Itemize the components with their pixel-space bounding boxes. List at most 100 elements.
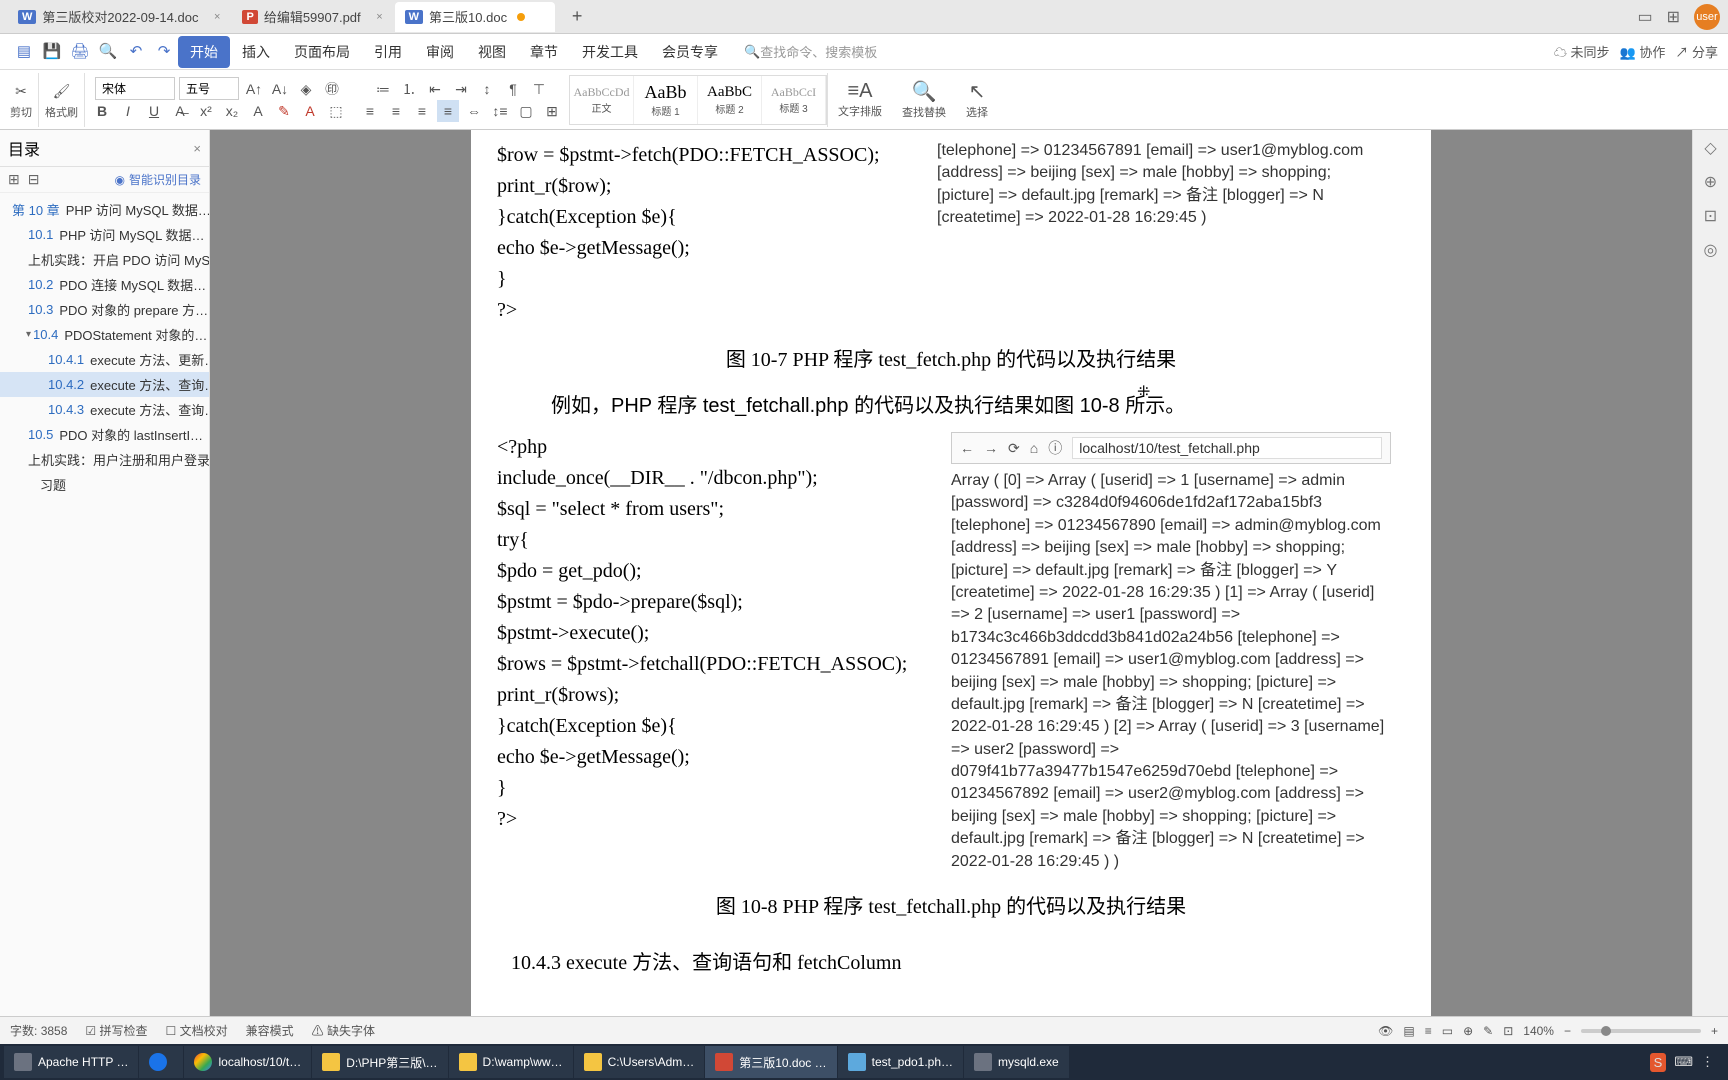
italic-icon[interactable]: I: [117, 100, 139, 122]
zoom-slider[interactable]: [1581, 1029, 1701, 1033]
url-field[interactable]: localhost/10/test_fetchall.php: [1072, 437, 1382, 459]
format-brush-icon[interactable]: 🖌: [51, 80, 73, 102]
taskbar-item[interactable]: 第三版10.doc …: [705, 1046, 836, 1078]
rail-icon[interactable]: ⊕: [1704, 172, 1717, 192]
numbering-icon[interactable]: ⒈: [398, 78, 420, 100]
outline-item[interactable]: ▾10.4PDOStatement 对象的…: [0, 322, 209, 347]
view-page-icon[interactable]: ▤: [1403, 1024, 1414, 1038]
zoom-in-icon[interactable]: +: [1711, 1024, 1718, 1038]
menu-references[interactable]: 引用: [362, 36, 414, 68]
indent-inc-icon[interactable]: ⇥: [450, 78, 472, 100]
shrink-font-icon[interactable]: A↓: [269, 78, 291, 100]
outline-item[interactable]: 10.4.2execute 方法、查询…: [0, 372, 209, 397]
outline-list[interactable]: 第 10 章PHP 访问 MySQL 数据…10.1PHP 访问 MySQL 数…: [0, 193, 209, 1016]
taskbar-item[interactable]: D:\PHP第三版\…: [312, 1046, 447, 1078]
sync-status[interactable]: ☁ 未同步: [1554, 42, 1610, 61]
spellcheck-toggle[interactable]: ☑ 拼写检查: [85, 1022, 147, 1039]
tab-doc-active[interactable]: 第三版10.doc: [395, 2, 555, 32]
superscript-icon[interactable]: x²: [195, 100, 217, 122]
save-icon[interactable]: 💾: [42, 42, 62, 62]
outline-item[interactable]: 10.3PDO 对象的 prepare 方…: [0, 297, 209, 322]
reload-icon[interactable]: ⟳: [1008, 440, 1020, 457]
view-edit-icon[interactable]: ✎: [1483, 1024, 1493, 1038]
word-count[interactable]: 字数: 3858: [10, 1022, 67, 1039]
distribute-icon[interactable]: ⇔: [463, 100, 485, 122]
taskbar-item[interactable]: Apache HTTP …: [4, 1046, 138, 1078]
style-normal[interactable]: AaBbCcDd正文: [570, 76, 634, 124]
strike-icon[interactable]: A̶: [169, 100, 191, 122]
grid-icon[interactable]: ⊞: [1667, 7, 1680, 27]
taskbar-item[interactable]: test_pdo1.ph…: [838, 1046, 963, 1078]
tab-doc-1[interactable]: 第三版校对2022-09-14.doc×: [8, 2, 228, 32]
command-search[interactable]: 🔍 查找命令、搜索模板: [744, 42, 877, 61]
fit-icon[interactable]: ⊡: [1503, 1024, 1513, 1038]
outline-item[interactable]: 上机实践：用户注册和用户登录…: [0, 447, 209, 472]
font-color-icon[interactable]: A: [299, 100, 321, 122]
taskbar-item[interactable]: mysqld.exe: [964, 1046, 1069, 1078]
menu-layout[interactable]: 页面布局: [282, 36, 362, 68]
menu-section[interactable]: 章节: [518, 36, 570, 68]
taskbar-item[interactable]: [139, 1046, 183, 1078]
rail-icon[interactable]: ◎: [1704, 240, 1718, 260]
taskbar-item[interactable]: C:\Users\Adm…: [574, 1046, 705, 1078]
proofread-toggle[interactable]: ☐ 文档校对: [166, 1022, 228, 1039]
find-replace-button[interactable]: 🔍查找替换: [892, 77, 956, 122]
app-menu-icon[interactable]: ▤: [14, 42, 34, 62]
redo-icon[interactable]: ↷: [154, 42, 174, 62]
cut-icon[interactable]: ✂: [10, 80, 32, 102]
share-button[interactable]: ↗ 分享: [1675, 42, 1718, 61]
style-h1[interactable]: AaBb标题 1: [634, 76, 698, 124]
view-read-icon[interactable]: ▭: [1442, 1024, 1453, 1038]
font-size-select[interactable]: 五号: [179, 77, 239, 100]
undo-icon[interactable]: ↶: [126, 42, 146, 62]
tray-overflow-icon[interactable]: ⋮: [1701, 1054, 1714, 1070]
keyboard-icon[interactable]: ⌨: [1674, 1054, 1693, 1070]
bold-icon[interactable]: B: [91, 100, 113, 122]
outline-item[interactable]: 10.4.1execute 方法、更新…: [0, 347, 209, 372]
style-gallery[interactable]: AaBbCcDd正文 AaBb标题 1 AaBbC标题 2 AaBbCcI标题 …: [569, 75, 827, 125]
tab-pdf[interactable]: 给编辑59907.pdf×: [232, 2, 390, 32]
user-avatar[interactable]: user: [1694, 4, 1720, 30]
preview-icon[interactable]: 🔍: [98, 42, 118, 62]
zoom-thumb[interactable]: [1601, 1026, 1611, 1036]
align-center-icon[interactable]: ≡: [385, 100, 407, 122]
menu-vip[interactable]: 会员专享: [650, 36, 730, 68]
sidebar-close-icon[interactable]: ×: [193, 141, 201, 156]
style-h3[interactable]: AaBbCcI标题 3: [762, 76, 826, 124]
text-effects-icon[interactable]: A: [247, 100, 269, 122]
new-tab-button[interactable]: +: [565, 5, 589, 29]
outline-item[interactable]: 10.1PHP 访问 MySQL 数据…: [0, 222, 209, 247]
menu-start[interactable]: 开始: [178, 36, 230, 68]
align-justify-icon[interactable]: ≡: [437, 100, 459, 122]
view-outline-icon[interactable]: ≡: [1425, 1024, 1432, 1038]
ime-icon[interactable]: S: [1650, 1053, 1667, 1072]
char-effect-icon[interactable]: ㊞: [321, 78, 343, 100]
line-spacing-icon[interactable]: ↕≡: [489, 100, 511, 122]
outline-item[interactable]: 上机实践：开启 PDO 访问 MyS…: [0, 247, 209, 272]
char-border-icon[interactable]: ⬚: [325, 100, 347, 122]
indent-dec-icon[interactable]: ⇤: [424, 78, 446, 100]
rail-icon[interactable]: ⊡: [1704, 206, 1717, 226]
collab-button[interactable]: 👥 协作: [1620, 42, 1666, 61]
zoom-out-icon[interactable]: −: [1564, 1024, 1571, 1038]
expand-icon[interactable]: ⊞: [8, 171, 20, 188]
align-left-icon[interactable]: ≡: [359, 100, 381, 122]
align-right-icon[interactable]: ≡: [411, 100, 433, 122]
subscript-icon[interactable]: x₂: [221, 100, 243, 122]
smart-outline-button[interactable]: ◉ 智能识别目录: [115, 171, 202, 188]
menu-insert[interactable]: 插入: [230, 36, 282, 68]
menu-view[interactable]: 视图: [466, 36, 518, 68]
tabs-icon[interactable]: ⊤: [528, 78, 550, 100]
eye-icon[interactable]: 👁: [1378, 1024, 1393, 1038]
style-h2[interactable]: AaBbC标题 2: [698, 76, 762, 124]
bullets-icon[interactable]: ≔: [372, 78, 394, 100]
taskbar-item[interactable]: localhost/10/t…: [184, 1046, 311, 1078]
menu-dev[interactable]: 开发工具: [570, 36, 650, 68]
collapse-icon[interactable]: ⊟: [28, 171, 40, 188]
outline-item[interactable]: 10.4.3execute 方法、查询…: [0, 397, 209, 422]
font-name-select[interactable]: 宋体: [95, 77, 175, 100]
underline-icon[interactable]: U: [143, 100, 165, 122]
nav-back-icon[interactable]: ←: [960, 440, 974, 456]
taskbar-item[interactable]: D:\wamp\ww…: [449, 1046, 573, 1078]
close-icon[interactable]: ×: [376, 11, 382, 23]
